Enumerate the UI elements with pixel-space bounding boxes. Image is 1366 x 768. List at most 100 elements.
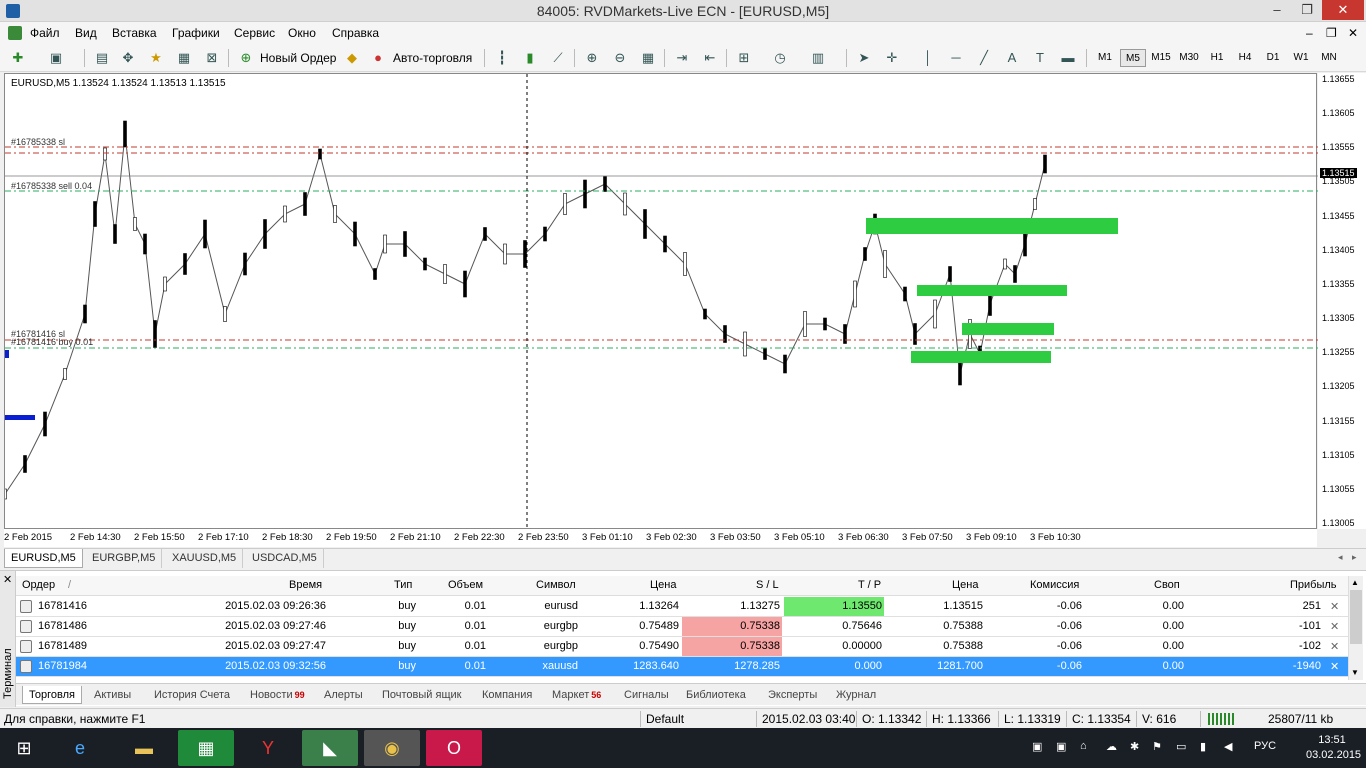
start-windows-icon[interactable]: ⊞ xyxy=(0,730,48,766)
col-profit[interactable]: Прибыль xyxy=(1290,579,1337,591)
menu-tools[interactable]: Сервис xyxy=(234,26,275,40)
timeframe-m1[interactable]: M1 xyxy=(1092,49,1118,67)
order-row[interactable]: 16781984 2015.02.03 09:32:56 buy 0.01 xauusd… xyxy=(16,657,1348,677)
metatrader-icon[interactable]: ◉ xyxy=(364,730,420,766)
text-icon[interactable]: T xyxy=(1032,50,1048,66)
col-symbol[interactable]: Символ xyxy=(536,579,576,591)
strategy-tester-icon[interactable]: ⊠ xyxy=(204,50,220,66)
close-button[interactable]: ✕ xyxy=(1322,0,1364,20)
status-profile[interactable]: Default xyxy=(646,712,684,726)
timeframe-m30[interactable]: M30 xyxy=(1176,49,1202,67)
timeframe-h4[interactable]: H4 xyxy=(1232,49,1258,67)
periods-icon[interactable]: ◷ xyxy=(772,50,788,66)
tab-history[interactable]: История Счета xyxy=(148,686,236,704)
zoom-out-icon[interactable]: ⊖ xyxy=(612,50,628,66)
data-window-icon[interactable]: ✥ xyxy=(120,50,136,66)
store-icon[interactable]: ▦ xyxy=(178,730,234,766)
order-row[interactable]: 16781486 2015.02.03 09:27:46 buy 0.01 eurgbp… xyxy=(16,617,1348,637)
timeframe-mn[interactable]: MN xyxy=(1316,49,1342,67)
menu-insert[interactable]: Вставка xyxy=(112,26,157,40)
indicators-icon[interactable]: ⊞ xyxy=(736,50,752,66)
col-swap[interactable]: Своп xyxy=(1154,579,1180,591)
trendline-icon[interactable]: ╱ xyxy=(976,50,992,66)
tile-windows-icon[interactable]: ▦ xyxy=(640,50,656,66)
price-chart[interactable]: EURUSD,M5 1.13524 1.13524 1.13513 1.1351… xyxy=(4,73,1318,530)
chart-tab-xauusd[interactable]: XAUUSD,M5 xyxy=(166,549,244,568)
close-order-icon[interactable]: ✕ xyxy=(1330,660,1339,673)
close-order-icon[interactable]: ✕ xyxy=(1330,620,1339,633)
col-type[interactable]: Тип xyxy=(394,579,412,591)
tab-assets[interactable]: Активы xyxy=(88,686,137,704)
mdi-minimize-icon[interactable]: – xyxy=(1306,26,1313,40)
col-commission[interactable]: Комиссия xyxy=(1030,579,1079,591)
timeframe-d1[interactable]: D1 xyxy=(1260,49,1286,67)
new-chart-icon[interactable]: ✚ xyxy=(10,50,26,66)
timeframe-m5[interactable]: M5 xyxy=(1120,49,1146,67)
tray-battery-icon[interactable]: ▭ xyxy=(1176,740,1186,753)
tray-flag-icon[interactable]: ⚑ xyxy=(1152,740,1162,753)
timeframe-w1[interactable]: W1 xyxy=(1288,49,1314,67)
menu-view[interactable]: Вид xyxy=(75,26,97,40)
col-price[interactable]: Цена xyxy=(650,579,676,591)
scroll-thumb[interactable] xyxy=(1350,590,1362,644)
price-axis[interactable]: 1.13655 1.13605 1.13555 1.13505 1.13455 1.134… xyxy=(1318,73,1366,529)
profiles-icon[interactable]: ▣ xyxy=(48,50,64,66)
new-order-button[interactable]: Новый Ордер xyxy=(260,49,336,67)
order-row[interactable]: 16781489 2015.02.03 09:27:47 buy 0.01 eurgbp… xyxy=(16,637,1348,657)
yandex-browser-icon[interactable]: Y xyxy=(240,730,296,766)
time-axis[interactable]: 2 Feb 2015 2 Feb 14:30 2 Feb 15:50 2 Feb 17… xyxy=(4,529,1317,547)
close-order-icon[interactable]: ✕ xyxy=(1330,640,1339,653)
tab-signals[interactable]: Сигналы xyxy=(618,686,675,704)
col-tp[interactable]: T / P xyxy=(858,579,881,591)
tray-bluetooth-icon[interactable]: ✱ xyxy=(1130,740,1139,753)
col-current-price[interactable]: Цена xyxy=(952,579,978,591)
line-chart-icon[interactable]: ⟋ xyxy=(550,50,566,66)
meta-editor-icon[interactable]: ◆ xyxy=(344,50,360,66)
tabs-scroll-right-icon[interactable]: ▸ xyxy=(1352,552,1357,563)
menu-help[interactable]: Справка xyxy=(332,26,379,40)
chart-shift-icon[interactable]: ⇤ xyxy=(702,50,718,66)
order-row[interactable]: 16781416 2015.02.03 09:26:36 buy 0.01 eurusd… xyxy=(16,597,1348,617)
mdi-restore-icon[interactable]: ❐ xyxy=(1326,26,1337,40)
vertical-line-icon[interactable]: │ xyxy=(920,50,936,66)
mdi-close-icon[interactable]: ✕ xyxy=(1348,26,1358,40)
tray-network-icon[interactable]: ⌂ xyxy=(1080,740,1087,752)
timeframe-h1[interactable]: H1 xyxy=(1204,49,1230,67)
col-sl[interactable]: S / L xyxy=(756,579,779,591)
app-icon-green[interactable]: ◣ xyxy=(302,730,358,766)
chart-tab-eurgbp[interactable]: EURGBP,M5 xyxy=(86,549,163,568)
fibo-icon[interactable]: A xyxy=(1004,50,1020,66)
scroll-down-icon[interactable]: ▼ xyxy=(1351,668,1359,677)
tray-cloud-icon[interactable]: ☁ xyxy=(1106,740,1117,753)
tabs-scroll-left-icon[interactable]: ◂ xyxy=(1338,552,1343,563)
tab-library[interactable]: Библиотека xyxy=(680,686,752,704)
restore-button[interactable]: ❐ xyxy=(1292,0,1322,20)
tab-news[interactable]: Новости 99 xyxy=(244,686,311,704)
tab-trade[interactable]: Торговля xyxy=(22,686,82,704)
bar-chart-icon[interactable]: ┇ xyxy=(494,50,510,66)
tab-company[interactable]: Компания xyxy=(476,686,538,704)
menu-file[interactable]: Файл xyxy=(30,26,60,40)
crosshair-icon[interactable]: ✛ xyxy=(884,50,900,66)
minimize-button[interactable]: – xyxy=(1262,0,1292,20)
autoscroll-icon[interactable]: ⇥ xyxy=(674,50,690,66)
tray-app-icon-2[interactable]: ▣ xyxy=(1056,740,1066,753)
terminal-icon[interactable]: ▦ xyxy=(176,50,192,66)
cursor-icon[interactable]: ➤ xyxy=(856,50,872,66)
close-order-icon[interactable]: ✕ xyxy=(1330,600,1339,613)
menu-window[interactable]: Окно xyxy=(288,26,316,40)
tab-experts[interactable]: Эксперты xyxy=(762,686,823,704)
templates-icon[interactable]: ▥ xyxy=(810,50,826,66)
timeframe-m15[interactable]: M15 xyxy=(1148,49,1174,67)
candlestick-chart[interactable] xyxy=(5,74,1318,530)
market-watch-icon[interactable]: ▤ xyxy=(94,50,110,66)
terminal-scrollbar[interactable]: ▲ ▼ xyxy=(1348,576,1363,680)
chart-tab-usdcad[interactable]: USDCAD,M5 xyxy=(246,549,324,568)
chart-tab-eurusd[interactable]: EURUSD,M5 xyxy=(4,549,83,568)
tab-journal[interactable]: Журнал xyxy=(830,686,882,704)
tab-market[interactable]: Маркет 56 xyxy=(546,686,607,704)
candlestick-icon[interactable]: ▮ xyxy=(522,50,538,66)
opera-icon[interactable]: O xyxy=(426,730,482,766)
terminal-close-icon[interactable]: ✕ xyxy=(3,573,12,586)
col-time[interactable]: Время xyxy=(289,579,322,591)
